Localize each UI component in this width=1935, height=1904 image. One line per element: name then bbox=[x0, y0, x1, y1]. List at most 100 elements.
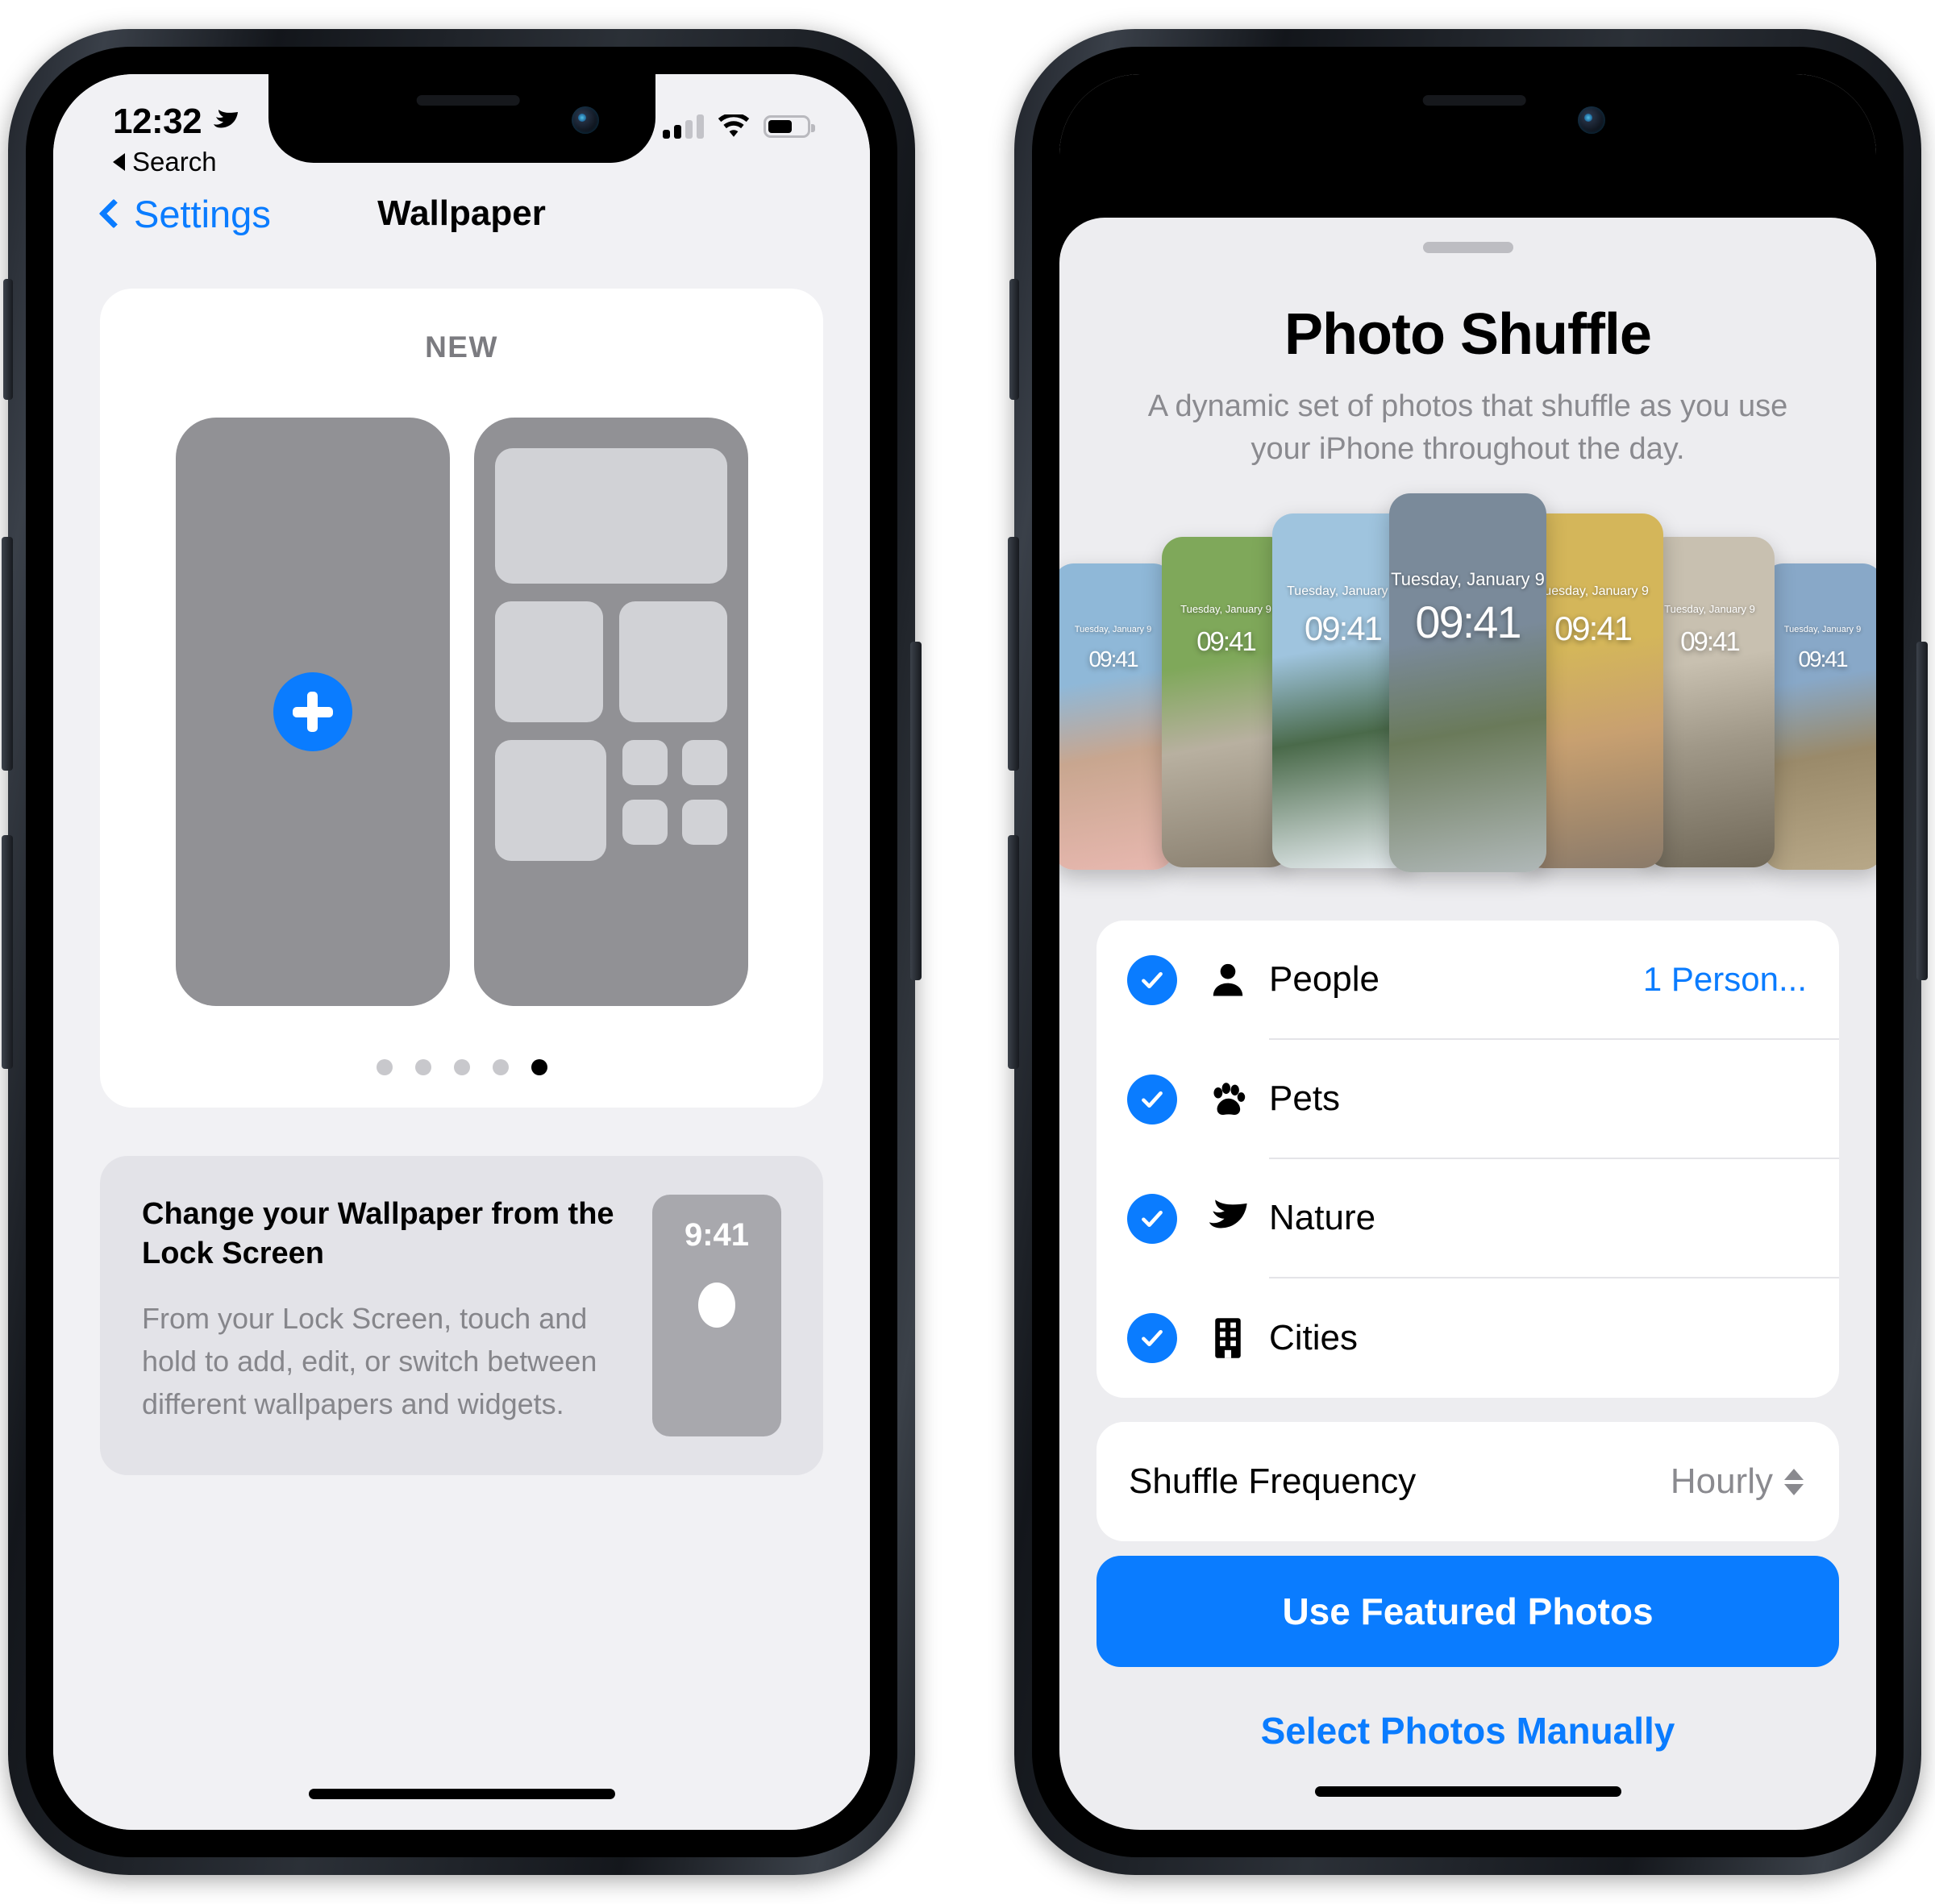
status-bar-left: 12:32 Search bbox=[113, 102, 240, 177]
screenshot-stage: 12:32 Search Settings Wallpaper NEW Chan… bbox=[0, 0, 1935, 1904]
volume-down-button[interactable] bbox=[1008, 835, 1019, 1069]
checkbox-checked-icon[interactable] bbox=[1127, 1313, 1177, 1364]
checkbox-checked-icon[interactable] bbox=[1127, 1194, 1177, 1245]
page-dot[interactable] bbox=[453, 1059, 470, 1075]
sheet-subtitle: A dynamic set of photos that shuffle as … bbox=[1147, 389, 1788, 467]
home-indicator-area bbox=[1059, 1752, 1876, 1830]
leaf-icon bbox=[1201, 1199, 1255, 1238]
side-power-button[interactable] bbox=[1916, 642, 1928, 980]
lock-screen-photo-card[interactable]: Tuesday, January 9 09:41 bbox=[1762, 563, 1876, 871]
category-row-nature[interactable]: Nature bbox=[1096, 1159, 1839, 1279]
earpiece-speaker bbox=[1422, 95, 1526, 106]
side-power-button[interactable] bbox=[910, 642, 922, 980]
lock-screen-time: 09:41 bbox=[1680, 626, 1741, 657]
back-to-settings-label: Settings bbox=[134, 192, 271, 235]
photo-carousel[interactable]: Tuesday, January 9 09:41 Tuesday, January … bbox=[1059, 493, 1876, 887]
up-down-chevron-icon[interactable] bbox=[1784, 1468, 1804, 1495]
shuffle-frequency-value: Hourly bbox=[1670, 1461, 1773, 1502]
paw-icon bbox=[1201, 1079, 1255, 1120]
home-indicator[interactable] bbox=[1314, 1786, 1621, 1797]
person-icon bbox=[1201, 959, 1255, 1001]
volume-up-button[interactable] bbox=[1008, 537, 1019, 771]
home-indicator[interactable] bbox=[308, 1788, 615, 1799]
shuffle-frequency-value-group[interactable]: Hourly bbox=[1671, 1461, 1804, 1502]
checkbox-checked-icon[interactable] bbox=[1127, 1075, 1177, 1125]
shuffle-frequency-label: Shuffle Frequency bbox=[1129, 1461, 1417, 1502]
category-label: Cities bbox=[1269, 1318, 1359, 1358]
widget-small-group bbox=[622, 740, 727, 861]
category-label: Pets bbox=[1269, 1079, 1341, 1119]
checkbox-checked-icon[interactable] bbox=[1127, 955, 1177, 1006]
chevron-left-icon bbox=[98, 198, 129, 229]
lock-screen-time: 09:41 bbox=[1088, 646, 1138, 671]
widget-tile bbox=[681, 740, 727, 785]
add-wallpaper-preview[interactable] bbox=[175, 418, 450, 1006]
page-indicator[interactable] bbox=[100, 1059, 823, 1075]
widget-row-2 bbox=[494, 601, 727, 722]
wifi-icon bbox=[718, 114, 750, 137]
volume-down-button[interactable] bbox=[2, 835, 13, 1069]
page-dot[interactable] bbox=[414, 1059, 431, 1075]
cellular-signal-icon bbox=[663, 114, 704, 139]
category-label: People bbox=[1269, 959, 1380, 1000]
lock-screen-photo-card[interactable]: Tuesday, January 9 09:41 bbox=[1389, 493, 1546, 873]
shuffle-frequency-row[interactable]: Shuffle Frequency Hourly bbox=[1096, 1422, 1839, 1542]
plus-icon[interactable] bbox=[273, 672, 352, 751]
back-to-settings-button[interactable]: Settings bbox=[98, 192, 271, 236]
widget-tile bbox=[622, 800, 668, 845]
lock-screen-photo-card[interactable]: Tuesday, January 9 09:41 bbox=[1059, 563, 1174, 871]
volume-up-button[interactable] bbox=[2, 537, 13, 771]
category-row-cities[interactable]: Cities bbox=[1096, 1278, 1839, 1398]
category-accessory[interactable]: 1 Person... bbox=[1643, 960, 1807, 999]
new-wallpaper-card: NEW bbox=[100, 289, 823, 1108]
use-featured-photos-button[interactable]: Use Featured Photos bbox=[1096, 1556, 1839, 1667]
category-row-pets[interactable]: Pets bbox=[1096, 1040, 1839, 1160]
sheet-drag-handle[interactable] bbox=[1422, 242, 1513, 253]
lock-screen-date: Tuesday, January 9 bbox=[1391, 569, 1545, 590]
lock-screen-tip-card: Change your Wallpaper from the Lock Scre… bbox=[100, 1156, 823, 1475]
page-dot[interactable] bbox=[492, 1059, 509, 1075]
lock-screen-date: Tuesday, January 9 bbox=[1664, 603, 1755, 616]
category-row-content: Nature bbox=[1269, 1159, 1839, 1279]
back-triangle-icon bbox=[113, 153, 125, 171]
building-icon bbox=[1201, 1316, 1255, 1360]
lock-screen-photo-card[interactable]: Tuesday, January 9 09:41 bbox=[1161, 537, 1291, 868]
lock-screen-time: 09:41 bbox=[1196, 626, 1257, 657]
home-screen-widgets-preview[interactable] bbox=[473, 418, 748, 1006]
tip-text-group: Change your Wallpaper from the Lock Scre… bbox=[142, 1195, 630, 1436]
page-title: Wallpaper bbox=[377, 193, 546, 233]
silence-switch[interactable] bbox=[3, 279, 13, 400]
leaf-icon bbox=[214, 110, 239, 128]
lock-screen-photo-card[interactable]: Tuesday, January 9 09:41 bbox=[1645, 537, 1775, 868]
settings-scroll-area[interactable]: NEW Change your Wallpaper from the Lock … bbox=[53, 258, 870, 1757]
category-row-content: Cities bbox=[1269, 1278, 1839, 1398]
lock-screen-date: Tuesday, January 9 bbox=[1180, 603, 1271, 616]
widget-tile bbox=[494, 740, 606, 861]
right-iphone-device: Photo Shuffle A dynamic set of photos th… bbox=[1008, 29, 1928, 1875]
category-label: Nature bbox=[1269, 1198, 1376, 1238]
status-time-group: 12:32 bbox=[113, 102, 240, 142]
notch bbox=[1274, 74, 1662, 163]
sheet-title: Photo Shuffle bbox=[1284, 302, 1652, 367]
left-phone-bezel: 12:32 Search Settings Wallpaper NEW Chan… bbox=[26, 47, 897, 1857]
use-featured-photos-label: Use Featured Photos bbox=[1282, 1590, 1654, 1632]
photo-shuffle-screen: Photo Shuffle A dynamic set of photos th… bbox=[1059, 74, 1876, 1830]
widget-tile bbox=[681, 800, 727, 845]
lock-screen-time: 09:41 bbox=[1798, 646, 1848, 671]
page-dot[interactable] bbox=[376, 1059, 393, 1075]
tip-touch-indicator bbox=[698, 1282, 735, 1328]
sheet-spacer bbox=[1059, 1541, 1876, 1556]
right-phone-bezel: Photo Shuffle A dynamic set of photos th… bbox=[1032, 47, 1904, 1857]
tip-lock-screen-preview: 9:41 bbox=[652, 1195, 781, 1436]
widget-tile bbox=[618, 601, 727, 722]
widget-tile bbox=[494, 601, 603, 722]
back-to-search-button[interactable]: Search bbox=[113, 147, 240, 177]
select-photos-manually-button[interactable]: Select Photos Manually bbox=[1059, 1709, 1876, 1752]
silence-switch[interactable] bbox=[1009, 279, 1019, 400]
page-dot-active[interactable] bbox=[531, 1059, 547, 1075]
right-phone-screen: Photo Shuffle A dynamic set of photos th… bbox=[1059, 74, 1876, 1830]
category-row-people[interactable]: People 1 Person... bbox=[1096, 921, 1839, 1041]
tip-preview-time: 9:41 bbox=[684, 1217, 750, 1253]
wallpaper-previews bbox=[100, 418, 823, 1006]
front-camera-icon bbox=[1577, 106, 1605, 134]
